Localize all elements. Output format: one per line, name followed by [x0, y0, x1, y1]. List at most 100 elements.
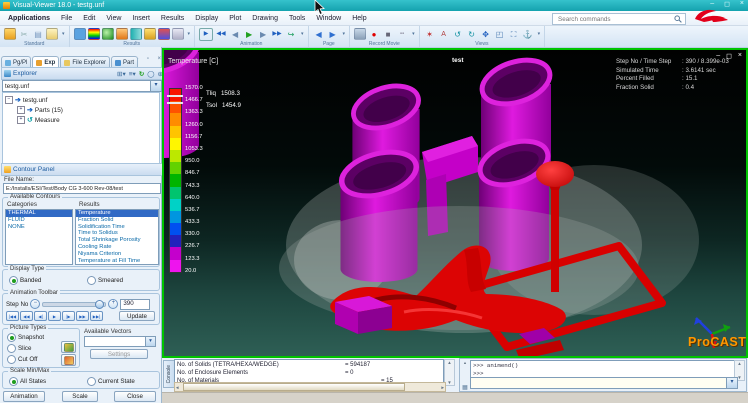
- menu-display[interactable]: Display: [195, 15, 218, 22]
- anim-stepfwd-icon[interactable]: ▶: [257, 29, 269, 40]
- mesh-icon[interactable]: [74, 28, 86, 40]
- anim-forward-button[interactable]: ▶▶: [76, 311, 89, 321]
- axes-icon[interactable]: ✶: [424, 29, 436, 40]
- step-plus-button[interactable]: +: [108, 299, 118, 309]
- scroll-up-icon[interactable]: ▲: [735, 361, 744, 366]
- movie-icon[interactable]: [354, 28, 366, 40]
- result-fraction-solid[interactable]: Fraction Solid: [76, 217, 158, 224]
- tree-item-measure[interactable]: + ↺ Measure: [3, 115, 159, 125]
- menu-results[interactable]: Results: [161, 15, 184, 22]
- graph-icon[interactable]: [158, 28, 170, 40]
- anim-first-button[interactable]: |◀◀: [6, 311, 19, 321]
- console-output[interactable]: No. of Solids (TETRA/HEXA/WEDGE)= 594187…: [174, 359, 444, 384]
- rotate-left-icon[interactable]: ↺: [452, 29, 464, 40]
- command-input[interactable]: ▾: [470, 377, 738, 389]
- pause-icon[interactable]: ▪▪: [396, 29, 408, 40]
- anim-stepback-icon[interactable]: ◀: [229, 29, 241, 40]
- category-thermal[interactable]: THERMAL: [6, 210, 72, 217]
- expand-icon[interactable]: +: [17, 116, 25, 124]
- wizard-icon[interactable]: [172, 28, 184, 40]
- cutoff-tool-button[interactable]: [61, 354, 76, 366]
- group-dropdown-icon[interactable]: ▾: [188, 31, 191, 37]
- restore-icon[interactable]: ◻: [724, 0, 730, 8]
- anim-last-button[interactable]: ▶▶|: [90, 311, 103, 321]
- grid-icon[interactable]: ▦: [462, 384, 468, 391]
- stop-icon[interactable]: ■: [382, 29, 394, 40]
- result-folder-icon[interactable]: [144, 28, 156, 40]
- anim-stepfwd-button[interactable]: |▶: [62, 311, 75, 321]
- vp-close-icon[interactable]: ×: [738, 52, 742, 60]
- contour-icon[interactable]: [88, 28, 100, 40]
- banded-radio[interactable]: Banded: [9, 276, 41, 285]
- anim-play-button[interactable]: ▶: [48, 311, 61, 321]
- result-time-to-solidus[interactable]: Time to Solidus: [76, 230, 158, 237]
- menu-tools[interactable]: Tools: [289, 15, 305, 22]
- cut-icon[interactable]: ✂: [18, 29, 30, 40]
- cutoff-radio[interactable]: Cut Off: [7, 355, 38, 364]
- minimize-icon[interactable]: –: [710, 0, 714, 8]
- group-dropdown-icon[interactable]: ▾: [301, 31, 304, 37]
- expand-icon[interactable]: +: [17, 106, 25, 114]
- 3d-viewport[interactable]: Temperature [C] 1570.0 1466.7 1363.3 126…: [162, 48, 748, 358]
- menu-plot[interactable]: Plot: [229, 15, 241, 22]
- scroll-down-icon[interactable]: ▼: [445, 380, 454, 385]
- smeared-radio[interactable]: Smeared: [87, 276, 123, 285]
- menu-view[interactable]: View: [106, 15, 121, 22]
- snapshot-radio[interactable]: Snapshot: [7, 333, 44, 342]
- step-slider[interactable]: [42, 302, 106, 307]
- all-states-radio[interactable]: All States: [9, 377, 46, 386]
- annotate-icon[interactable]: A: [438, 29, 450, 40]
- search-icon[interactable]: [674, 15, 682, 23]
- anim-rewind-icon[interactable]: ◀◀: [215, 29, 227, 40]
- group-dropdown-icon[interactable]: ▾: [538, 31, 541, 37]
- chevron-down-icon[interactable]: ▾: [145, 337, 155, 346]
- chevron-down-icon[interactable]: ▾: [726, 378, 737, 388]
- step-minus-button[interactable]: −: [30, 299, 40, 309]
- current-state-radio[interactable]: Current State: [87, 377, 135, 386]
- anim-export-icon[interactable]: ↪: [285, 29, 297, 40]
- scroll-up-icon[interactable]: ▲: [445, 360, 454, 365]
- menu-insert[interactable]: Insert: [132, 15, 150, 22]
- group-dropdown-icon[interactable]: ▾: [343, 31, 346, 37]
- group-dropdown-icon[interactable]: ▾: [412, 31, 415, 37]
- scroll-left-icon[interactable]: ◄: [175, 385, 179, 390]
- tree-item-root[interactable]: − ➔ testg.unf: [3, 95, 159, 105]
- result-cooling-rate[interactable]: Cooling Rate: [76, 244, 158, 251]
- result-shrinkage-porosity[interactable]: Total Shrinkage Porosity: [76, 237, 158, 244]
- gutter-up-icon[interactable]: ▴: [464, 360, 466, 366]
- animation-button[interactable]: Animation: [3, 391, 45, 402]
- pan-icon[interactable]: ✥: [480, 29, 492, 40]
- menu-file[interactable]: File: [61, 15, 72, 22]
- model-file-combo[interactable]: testg.unf ▾: [2, 80, 162, 92]
- anim-play-icon[interactable]: ▶: [243, 29, 255, 40]
- menu-applications[interactable]: Applications: [8, 15, 50, 22]
- zoom-area-icon[interactable]: ◰: [494, 29, 506, 40]
- result-temp-fill-time[interactable]: Temperature at Fill Time: [76, 258, 158, 265]
- anim-forward-icon[interactable]: ▶▶: [271, 29, 283, 40]
- scroll-right-icon[interactable]: ►: [441, 385, 445, 390]
- chevron-down-icon[interactable]: ▾: [150, 81, 161, 91]
- sort-icon[interactable]: ≡▾: [129, 70, 136, 78]
- rotate-right-icon[interactable]: ↻: [466, 29, 478, 40]
- vectors-combo[interactable]: ▾: [84, 336, 156, 347]
- collapse-icon[interactable]: −: [5, 96, 13, 104]
- anchor-icon[interactable]: ⚓: [522, 29, 534, 40]
- scale-button[interactable]: Scale: [62, 391, 98, 402]
- result-temperature[interactable]: Temperature: [76, 210, 158, 217]
- file-path-field[interactable]: E:/Installs/ESI/Test/Body CG 3-600 Rev-0…: [3, 183, 161, 194]
- step-value-field[interactable]: 390: [120, 299, 150, 310]
- open-file-icon[interactable]: [4, 28, 16, 40]
- anim-rewind-button[interactable]: ◀◀: [20, 311, 33, 321]
- page-next-icon[interactable]: ▶: [327, 29, 339, 40]
- filter-icon[interactable]: ⊞▾: [117, 70, 126, 78]
- group-dropdown-icon[interactable]: ▾: [62, 31, 65, 37]
- category-fluid[interactable]: FLUID: [6, 217, 72, 224]
- menu-edit[interactable]: Edit: [83, 15, 95, 22]
- circle-icon[interactable]: ◯: [147, 70, 154, 78]
- close-icon[interactable]: ×: [740, 0, 744, 8]
- record-icon[interactable]: ●: [368, 29, 380, 40]
- sphere-result-icon[interactable]: [102, 28, 114, 40]
- close-button[interactable]: Close: [114, 391, 156, 402]
- anim-stepback-button[interactable]: ◀|: [34, 311, 47, 321]
- category-none[interactable]: NONE: [6, 224, 72, 231]
